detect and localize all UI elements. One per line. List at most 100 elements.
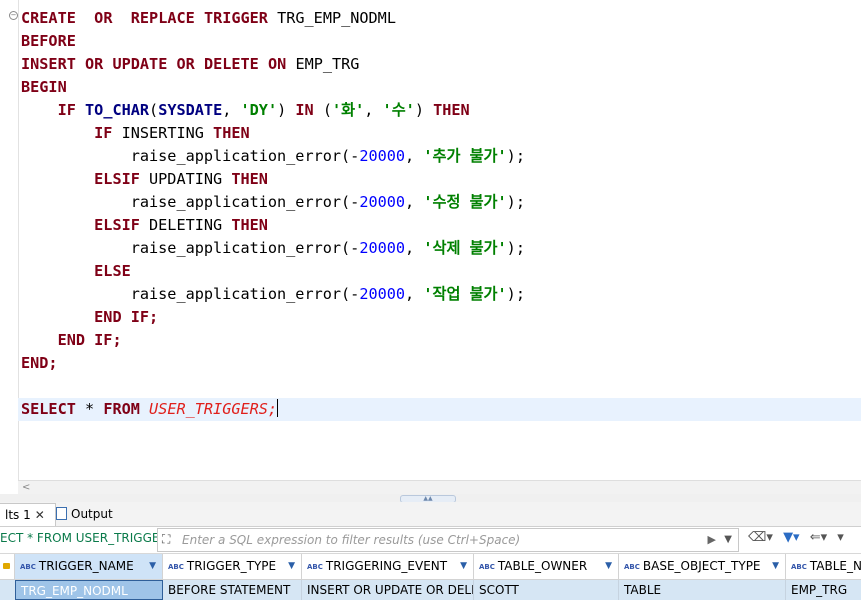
column-header-label: TRIGGER_NAME: [38, 559, 134, 573]
code-line[interactable]: CREATE OR REPLACE TRIGGER TRG_EMP_NODML: [21, 7, 525, 30]
column-header[interactable]: ABC TRIGGER_NAME ▼: [15, 554, 163, 580]
table-cell[interactable]: SCOTT: [474, 580, 619, 600]
sort-arrow-icon[interactable]: ▼: [288, 554, 295, 579]
code-token: IF: [57, 101, 76, 119]
table-cell[interactable]: TABLE: [619, 580, 786, 600]
filter-bar: ECT * FROM USER_TRIGGERS ⛶ Enter a SQL e…: [0, 527, 861, 554]
funnel-icon[interactable]: ▼▾: [783, 530, 800, 545]
code-token: IN: [295, 101, 314, 119]
code-line[interactable]: BEGIN: [21, 76, 525, 99]
code-line[interactable]: raise_application_error(-20000, '작업 불가')…: [21, 283, 525, 306]
sort-arrow-icon[interactable]: ▼: [149, 554, 156, 579]
scroll-left-icon[interactable]: <: [22, 481, 30, 495]
code-token: '수': [382, 101, 415, 119]
column-header[interactable]: ABC BASE_OBJECT_TYPE ▼: [619, 554, 786, 580]
code-token: OR: [176, 55, 195, 73]
tab-results-label: lts 1: [5, 508, 31, 522]
close-icon[interactable]: ✕: [35, 508, 45, 522]
code-token: ELSE: [94, 262, 131, 280]
code-token: INSERT: [21, 55, 76, 73]
code-token: ,: [405, 285, 424, 303]
code-token: ELSIF: [94, 170, 140, 188]
results-grid[interactable]: ABC TRIGGER_NAME ▼ ABC TRIGGER_TYPE ▼ ABC TRIGG…: [0, 554, 861, 609]
code-line[interactable]: raise_application_error(-20000, '추가 불가')…: [21, 145, 525, 168]
code-token: 20000: [359, 193, 406, 211]
document-icon: [56, 507, 67, 520]
table-cell[interactable]: EMP_TRG: [786, 580, 861, 600]
code-line[interactable]: IF TO_CHAR(SYSDATE, 'DY') IN ('화', '수') …: [21, 99, 525, 122]
column-header[interactable]: ABC TRIGGER_TYPE ▼: [163, 554, 302, 580]
code-line[interactable]: raise_application_error(-20000, '삭제 불가')…: [21, 237, 525, 260]
code-line[interactable]: ELSIF DELETING THEN: [21, 214, 525, 237]
code-token: raise_application_error(-: [21, 239, 360, 257]
code-line[interactable]: END IF;: [21, 306, 525, 329]
code-token: END;: [21, 354, 58, 372]
code-area[interactable]: CREATE OR REPLACE TRIGGER TRG_EMP_NODML B…: [21, 7, 525, 421]
column-header-label: TABLE_OWNER: [497, 559, 588, 573]
table-cell[interactable]: INSERT OR UPDATE OR DELETE: [302, 580, 474, 600]
code-token: '삭제 불가': [423, 239, 507, 257]
code-token: (: [313, 101, 332, 119]
eraser-icon[interactable]: ⌫▾: [748, 530, 773, 545]
sort-arrow-icon[interactable]: ▼: [605, 554, 612, 579]
code-token: ): [414, 101, 434, 119]
filter-input[interactable]: ⛶ Enter a SQL expression to filter resul…: [157, 528, 739, 552]
code-token: '작업 불가': [423, 285, 507, 303]
code-token: SYSDATE: [158, 101, 223, 119]
column-header[interactable]: ABC TABLE_OWNER ▼: [474, 554, 619, 580]
code-token: THEN: [433, 101, 470, 119]
code-line[interactable]: ELSIF UPDATING THEN: [21, 168, 525, 191]
code-token: ,: [222, 101, 241, 119]
code-token: SELECT: [21, 400, 76, 418]
column-header[interactable]: ABC TRIGGERING_EVENT ▼: [302, 554, 474, 580]
code-line[interactable]: [21, 375, 525, 398]
table-cell[interactable]: TRG_EMP_NODML: [15, 580, 163, 600]
sql-editor[interactable]: − CREATE OR REPLACE TRIGGER TRG_EMP_NODM…: [0, 0, 861, 480]
code-token: 20000: [359, 147, 406, 165]
code-token: raise_application_error(-: [21, 285, 360, 303]
filter-icon: ⛶: [162, 532, 171, 546]
code-token: raise_application_error(-: [21, 193, 360, 211]
panel-splitter[interactable]: ▲▲: [0, 494, 861, 503]
dropdown-icon[interactable]: ▼: [724, 529, 732, 551]
tab-output-label: Output: [71, 507, 113, 521]
code-token: ): [277, 101, 296, 119]
code-token: TO_CHAR: [85, 101, 150, 119]
column-header-label: TRIGGER_TYPE: [186, 559, 277, 573]
code-token: '수정 불가': [423, 193, 507, 211]
tab-output[interactable]: Output: [50, 503, 119, 525]
code-line[interactable]: END IF;: [21, 329, 525, 352]
code-line[interactable]: raise_application_error(-20000, '수정 불가')…: [21, 191, 525, 214]
fold-icon[interactable]: −: [9, 11, 18, 20]
code-line[interactable]: INSERT OR UPDATE OR DELETE ON EMP_TRG: [21, 53, 525, 76]
code-line[interactable]: END;: [21, 352, 525, 375]
back-arrow-icon[interactable]: ⇐▾: [810, 530, 827, 545]
code-token: );: [506, 193, 525, 211]
horizontal-scrollbar[interactable]: <: [18, 480, 861, 495]
code-token: *: [75, 400, 104, 418]
dropdown-icon[interactable]: ▾: [837, 530, 844, 545]
code-token: END IF;: [57, 331, 122, 349]
play-icon[interactable]: ▶: [708, 529, 716, 551]
code-line[interactable]: IF INSERTING THEN: [21, 122, 525, 145]
tab-results[interactable]: lts 1 ✕: [0, 503, 56, 526]
column-header-label: TABLE_NAME: [809, 559, 861, 573]
code-token: BEGIN: [21, 78, 67, 96]
code-token: CREATE: [21, 9, 76, 27]
code-line[interactable]: SELECT * FROM USER_TRIGGERS;: [21, 398, 525, 421]
code-line[interactable]: ELSE: [21, 260, 525, 283]
column-header[interactable]: ABCTABLE_NAME: [786, 554, 861, 580]
code-token: END IF;: [94, 308, 159, 326]
sort-arrow-icon[interactable]: ▼: [460, 554, 467, 579]
sort-arrow-icon[interactable]: ▼: [772, 554, 779, 579]
table-cell[interactable]: BEFORE STATEMENT: [163, 580, 302, 600]
code-token: UPDATE: [112, 55, 168, 73]
code-line[interactable]: BEFORE: [21, 30, 525, 53]
